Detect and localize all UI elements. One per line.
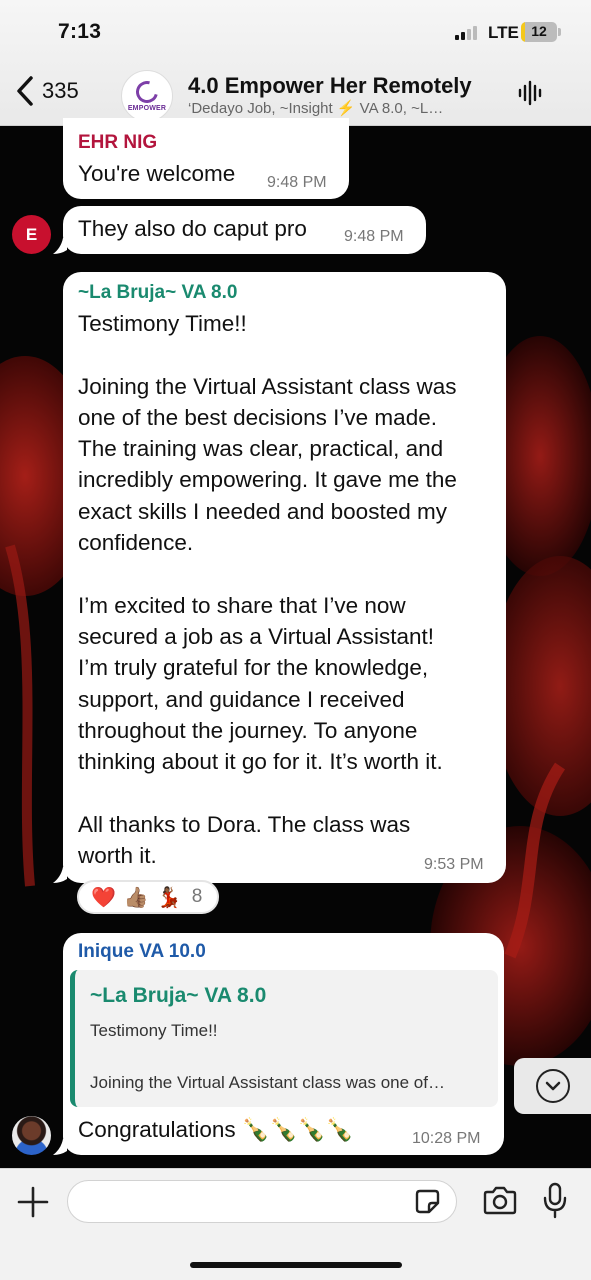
- message-sender[interactable]: EHR NIG: [78, 132, 157, 154]
- logo-icon: [131, 76, 163, 107]
- message-bubble[interactable]: Inique VA 10.0 ~La Bruja~ VA 8.0 Testimo…: [63, 933, 504, 1155]
- sender-avatar[interactable]: E: [12, 215, 51, 254]
- chevron-down-icon: [535, 1069, 570, 1103]
- home-indicator: [190, 1262, 402, 1268]
- group-title[interactable]: 4.0 Empower Her Remotely: [188, 73, 472, 99]
- message-time: 9:48 PM: [344, 228, 404, 245]
- sender-avatar[interactable]: [12, 1116, 51, 1155]
- group-members[interactable]: ‘Dedayo Job, ~Insight ⚡ VA 8.0, ~L…: [188, 99, 498, 117]
- message-sender[interactable]: Inique VA 10.0: [78, 941, 206, 963]
- network-type: LTE: [488, 23, 519, 42]
- sticker-icon[interactable]: [414, 1188, 441, 1215]
- chat-header: 7:13 LTE 12 335 EMPOWER 4.0 Empower Her …: [0, 0, 591, 126]
- status-time: 7:13: [58, 20, 102, 43]
- message-text: They also do caput pro: [78, 216, 307, 241]
- avatar-logo-text: EMPOWER: [127, 104, 167, 112]
- battery-icon: 12: [521, 22, 557, 42]
- message-input[interactable]: [67, 1180, 457, 1223]
- message-sender[interactable]: ~La Bruja~ VA 8.0: [78, 282, 237, 304]
- reaction-heart: ❤️: [91, 885, 116, 909]
- message-text: Congratulations 🍾🍾🍾🍾: [78, 1117, 354, 1142]
- message-reactions[interactable]: ❤️ 👍🏽 💃🏾 8: [77, 880, 219, 914]
- plus-icon[interactable]: [16, 1185, 50, 1219]
- reaction-count: 8: [191, 886, 203, 907]
- camera-icon[interactable]: [481, 1185, 519, 1217]
- message-time: 9:53 PM: [424, 856, 484, 873]
- back-button[interactable]: 335: [14, 74, 79, 108]
- unread-count: 335: [42, 78, 79, 103]
- message-time: 10:28 PM: [412, 1130, 481, 1147]
- message-bubble[interactable]: ~La Bruja~ VA 8.0 Testimony Time!! Joini…: [63, 272, 506, 883]
- scroll-to-bottom-button[interactable]: [514, 1058, 591, 1114]
- quoted-text: Testimony Time!! Joining the Virtual Ass…: [90, 1021, 445, 1092]
- battery-level: 12: [531, 23, 547, 39]
- battery-tip: [558, 28, 561, 36]
- message-time: 9:48 PM: [267, 174, 327, 191]
- message-bubble[interactable]: They also do caput pro 9:48 PM: [63, 206, 426, 254]
- group-avatar[interactable]: EMPOWER: [121, 70, 173, 122]
- reaction-dancer: 💃🏾: [156, 885, 182, 909]
- microphone-icon[interactable]: [542, 1182, 568, 1220]
- quoted-message[interactable]: ~La Bruja~ VA 8.0 Testimony Time!! Joini…: [70, 970, 498, 1107]
- reaction-thumbs-up: 👍🏽: [123, 885, 149, 909]
- cellular-signal-icon: [455, 24, 477, 40]
- message-text: You're welcome: [78, 161, 236, 186]
- message-bubble[interactable]: EHR NIG You're welcome 9:48 PM: [63, 118, 349, 199]
- chevron-left-icon: [17, 76, 33, 106]
- quoted-sender: ~La Bruja~ VA 8.0: [90, 984, 267, 1007]
- audio-waveform-icon[interactable]: [517, 80, 545, 106]
- message-text: Testimony Time!! Joining the Virtual Ass…: [78, 311, 457, 869]
